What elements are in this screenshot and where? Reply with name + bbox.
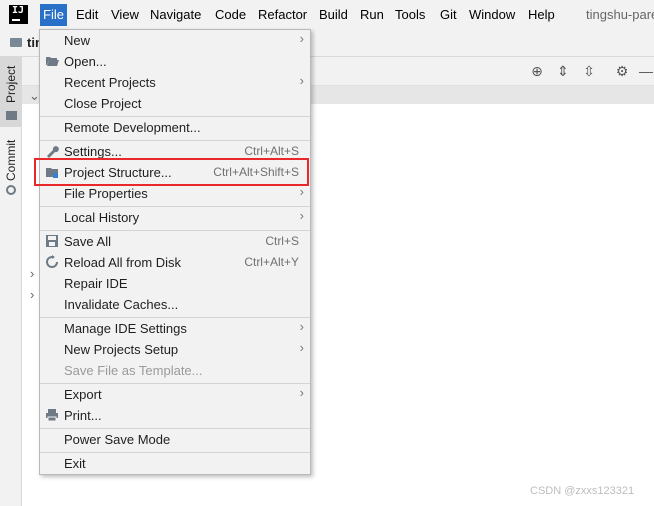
menu-item-label: Print...	[64, 408, 102, 423]
menu-item-file-properties[interactable]: File Properties ›	[40, 183, 310, 204]
menu-item-label: Repair IDE	[64, 276, 128, 291]
wrench-icon	[47, 146, 59, 158]
printer-icon	[46, 409, 58, 422]
menu-build[interactable]: Build	[319, 6, 348, 24]
watermark: CSDN @zxxs123321	[530, 485, 635, 497]
collapse-all-icon[interactable]: ⇳	[581, 63, 597, 79]
menu-item-invalidate-caches[interactable]: Invalidate Caches...	[40, 294, 310, 315]
menu-item-label: Save All	[64, 234, 111, 249]
chevron-right-icon[interactable]: ›	[30, 266, 34, 281]
submenu-arrow-icon: ›	[299, 340, 304, 355]
menu-item-manage-ide-settings[interactable]: Manage IDE Settings ›	[40, 318, 310, 339]
menu-item-label: Save File as Template...	[64, 363, 203, 378]
file-menu-dropdown: New › Open... Recent Projects › Close Pr…	[39, 29, 311, 475]
hide-panel-icon[interactable]: —	[638, 63, 654, 79]
submenu-arrow-icon: ›	[299, 73, 304, 88]
submenu-arrow-icon: ›	[299, 385, 304, 400]
project-folder-icon	[10, 38, 22, 47]
menu-item-label: Remote Development...	[64, 120, 201, 135]
menu-view[interactable]: View	[111, 6, 139, 24]
window-title: tingshu-pare	[586, 7, 654, 22]
tab-commit[interactable]: Commit	[0, 133, 22, 199]
menu-item-label: Reload All from Disk	[64, 255, 182, 270]
save-icon	[46, 235, 58, 247]
submenu-arrow-icon: ›	[299, 319, 304, 334]
menu-item-label: Open...	[64, 54, 107, 69]
tab-commit-label: Commit	[4, 139, 18, 181]
menu-item-shortcut: Ctrl+Alt+Y	[244, 255, 299, 269]
menu-refactor[interactable]: Refactor	[258, 6, 307, 24]
intellij-logo-icon: IJ	[9, 5, 28, 24]
menu-item-open[interactable]: Open...	[40, 51, 310, 72]
submenu-arrow-icon: ›	[299, 31, 304, 46]
menu-item-remote-development[interactable]: Remote Development...	[40, 117, 310, 138]
submenu-arrow-icon: ›	[299, 208, 304, 223]
menu-item-label: Export	[64, 387, 102, 402]
menu-item-recent-projects[interactable]: Recent Projects ›	[40, 72, 310, 93]
menu-item-save-all[interactable]: Save All Ctrl+S	[40, 231, 310, 252]
menu-item-export[interactable]: Export ›	[40, 384, 310, 405]
menu-item-label: Close Project	[64, 96, 142, 111]
menu-code[interactable]: Code	[215, 6, 246, 24]
menu-item-local-history[interactable]: Local History ›	[40, 207, 310, 228]
menu-git[interactable]: Git	[440, 6, 457, 24]
menu-item-save-file-as-template: Save File as Template...	[40, 360, 310, 381]
menu-item-reload-all[interactable]: Reload All from Disk Ctrl+Alt+Y	[40, 252, 310, 273]
reload-icon	[46, 255, 58, 268]
menu-item-label: Local History	[64, 210, 140, 225]
tab-project-label: Project	[4, 65, 18, 103]
menu-item-label: Manage IDE Settings	[64, 321, 187, 336]
menu-window[interactable]: Window	[469, 6, 515, 24]
left-tool-strip: Project Commit	[0, 57, 22, 506]
menu-tools[interactable]: Tools	[395, 6, 425, 24]
gear-icon[interactable]: ⚙	[614, 63, 630, 79]
menu-item-label: New Projects Setup	[64, 342, 179, 357]
menu-navigate[interactable]: Navigate	[150, 6, 201, 24]
submenu-arrow-icon: ›	[299, 184, 304, 199]
tab-project[interactable]: Project	[0, 57, 22, 127]
menu-item-label: New	[64, 33, 91, 48]
menu-item-power-save-mode[interactable]: Power Save Mode	[40, 429, 310, 450]
highlight-box	[34, 158, 309, 186]
folder-open-icon	[46, 57, 59, 66]
menu-item-close-project[interactable]: Close Project	[40, 93, 310, 114]
menu-item-exit[interactable]: Exit	[40, 453, 310, 474]
menu-file[interactable]: File	[40, 4, 67, 26]
menu-bar: IJ File Edit View Navigate Code Refactor…	[0, 0, 654, 29]
menu-item-label: Invalidate Caches...	[64, 297, 179, 312]
menu-item-new-projects-setup[interactable]: New Projects Setup ›	[40, 339, 310, 360]
folder-icon	[6, 111, 17, 120]
chevron-right-icon[interactable]: ›	[30, 287, 34, 302]
menu-help[interactable]: Help	[528, 6, 555, 24]
menu-item-label: Power Save Mode	[64, 432, 171, 447]
menu-item-print[interactable]: Print...	[40, 405, 310, 426]
locate-target-icon[interactable]: ⊕	[529, 63, 545, 79]
commit-icon	[6, 185, 16, 195]
menu-item-shortcut: Ctrl+S	[265, 234, 299, 248]
menu-run[interactable]: Run	[360, 6, 384, 24]
ide-window: IJ File Edit View Navigate Code Refactor…	[0, 0, 654, 506]
menu-item-label: Exit	[64, 456, 86, 471]
menu-item-label: Recent Projects	[64, 75, 156, 90]
expand-all-icon[interactable]: ⇕	[555, 63, 571, 79]
menu-item-label: File Properties	[64, 186, 148, 201]
menu-item-repair-ide[interactable]: Repair IDE	[40, 273, 310, 294]
menu-item-new[interactable]: New ›	[40, 30, 310, 51]
menu-edit[interactable]: Edit	[76, 6, 98, 24]
